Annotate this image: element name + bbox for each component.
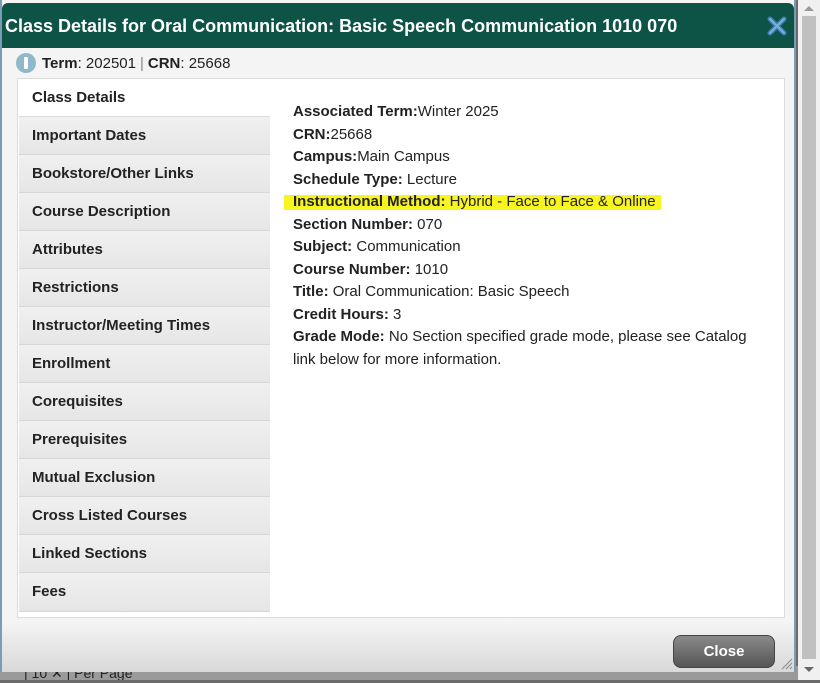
- details-panel: Class Details Important Dates Bookstore/Ot…: [17, 78, 785, 618]
- detail-row: Grade Mode: No Section specified grade m…: [293, 326, 773, 371]
- detail-row: Schedule Type: Lecture: [293, 169, 773, 192]
- detail-label: CRN:: [293, 125, 331, 143]
- tab-linked-sections[interactable]: Linked Sections: [19, 535, 270, 573]
- detail-value: Lecture: [402, 170, 457, 188]
- detail-value: 25668: [330, 125, 373, 143]
- term-crn-infobar: Term : 202501 | CRN : 25668: [16, 52, 230, 74]
- tab-cross-listed-courses[interactable]: Cross Listed Courses: [19, 497, 270, 535]
- term-label: Term: [42, 54, 78, 72]
- scrollbar-thumb[interactable]: [802, 16, 816, 659]
- scroll-up-arrow-icon[interactable]: [798, 0, 820, 16]
- detail-value: Main Campus: [357, 148, 450, 165]
- crn-value: : 25668: [180, 54, 231, 72]
- detail-value: Winter 2025: [417, 103, 499, 120]
- detail-row: Course Number: 1010: [293, 259, 773, 282]
- detail-value: Oral Communication: Basic Speech: [328, 283, 570, 300]
- page-scrollbar[interactable]: [798, 0, 820, 680]
- tab-course-description[interactable]: Course Description: [19, 193, 270, 231]
- term-value: : 202501: [77, 54, 136, 72]
- detail-value: 3: [388, 305, 402, 323]
- detail-label: Course Number:: [293, 260, 411, 278]
- detail-value: 070: [413, 215, 443, 233]
- detail-label: Associated Term:: [293, 103, 418, 120]
- tab-fees[interactable]: Fees: [19, 573, 270, 612]
- detail-row: Credit Hours: 3: [293, 304, 773, 327]
- tab-important-dates[interactable]: Important Dates: [19, 117, 270, 155]
- detail-value: Hybrid - Face to Face & Online: [445, 193, 656, 210]
- dialog-titlebar[interactable]: Class Details for Oral Communication: Ba…: [2, 3, 794, 48]
- detail-row: Title: Oral Communication: Basic Speech: [293, 281, 773, 304]
- dialog-title: Class Details for Oral Communication: Ba…: [5, 16, 678, 36]
- detail-row: Associated Term:Winter 2025: [293, 101, 773, 124]
- close-x-icon[interactable]: [766, 15, 788, 37]
- tab-bookstore-other-links[interactable]: Bookstore/Other Links: [19, 155, 270, 193]
- detail-row: Campus:Main Campus: [293, 146, 773, 169]
- tab-corequisites[interactable]: Corequisites: [19, 383, 270, 421]
- resize-grip-icon[interactable]: [779, 656, 793, 670]
- tab-prerequisites[interactable]: Prerequisites: [19, 421, 270, 459]
- detail-value: Communication: [352, 238, 461, 255]
- detail-label: Campus:: [293, 148, 358, 165]
- detail-value: 1010: [410, 260, 449, 278]
- tab-instructor-meeting-times[interactable]: Instructor/Meeting Times: [19, 307, 270, 345]
- detail-label: Schedule Type:: [293, 170, 403, 188]
- close-button[interactable]: Close: [673, 635, 775, 668]
- detail-row: CRN:25668: [293, 124, 773, 147]
- class-details-dialog: Class Details for Oral Communication: Ba…: [0, 0, 796, 672]
- highlight-mark: Instructional Method: Hybrid - Face to F…: [284, 193, 661, 210]
- tab-restrictions[interactable]: Restrictions: [19, 269, 270, 307]
- detail-row: Section Number: 070: [293, 214, 773, 237]
- detail-label: Section Number:: [293, 215, 414, 233]
- tab-enrollment[interactable]: Enrollment: [19, 345, 270, 383]
- tab-class-details[interactable]: Class Details: [19, 79, 270, 117]
- detail-row: Instructional Method: Hybrid - Face to F…: [284, 191, 773, 214]
- detail-label: Instructional Method:: [293, 193, 446, 210]
- tab-mutual-exclusion[interactable]: Mutual Exclusion: [19, 459, 270, 497]
- detail-label: Subject:: [293, 238, 353, 255]
- info-icon: [16, 53, 36, 73]
- class-details-content: Associated Term:Winter 2025 CRN:25668 Camp…: [284, 101, 773, 371]
- detail-label: Grade Mode:: [293, 328, 385, 345]
- tab-list: Class Details Important Dates Bookstore/Ot…: [19, 79, 270, 612]
- detail-label: Credit Hours:: [293, 305, 389, 323]
- crn-label: CRN: [147, 54, 181, 72]
- detail-label: Title:: [293, 283, 329, 300]
- detail-row: Subject: Communication: [293, 236, 773, 259]
- tab-attributes[interactable]: Attributes: [19, 231, 270, 269]
- scroll-down-arrow-icon[interactable]: [798, 662, 820, 678]
- separator: |: [139, 54, 144, 72]
